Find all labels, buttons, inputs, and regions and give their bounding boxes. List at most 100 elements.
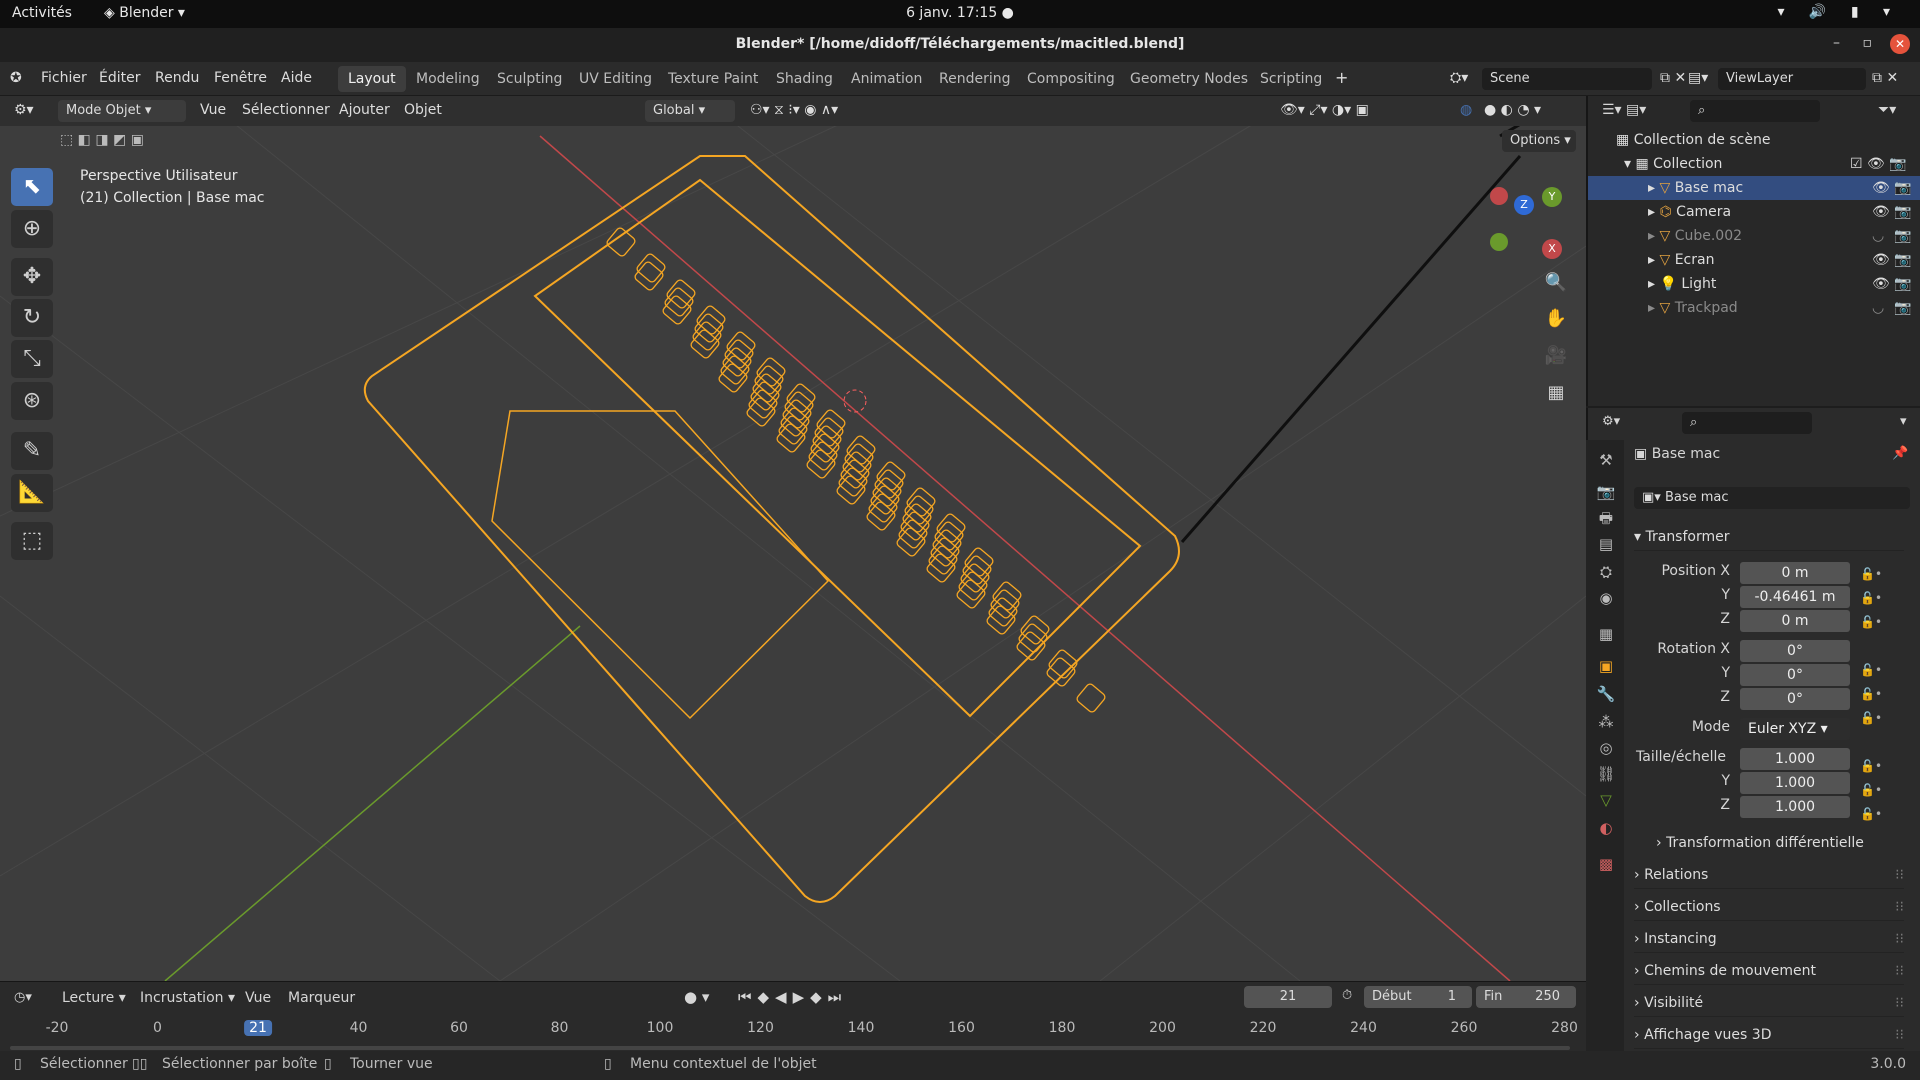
camera-render-icon[interactable]: 📷 bbox=[1894, 248, 1911, 272]
maximize-icon[interactable]: ▫ bbox=[1863, 35, 1873, 51]
tab-shading[interactable]: Shading bbox=[766, 66, 843, 92]
minimize-icon[interactable]: – bbox=[1833, 35, 1840, 51]
drag-handle-icon[interactable]: ⁝⁝ bbox=[1895, 861, 1904, 889]
tab-texture-paint[interactable]: Texture Paint bbox=[658, 66, 768, 92]
eye-icon[interactable]: 👁 bbox=[1872, 176, 1890, 200]
timeline-menu-marker[interactable]: Marqueur bbox=[288, 990, 355, 1006]
tab-sculpting[interactable]: Sculpting bbox=[487, 66, 572, 92]
tab-layout[interactable]: Layout bbox=[338, 66, 406, 92]
tab-modeling[interactable]: Modeling bbox=[406, 66, 490, 92]
editor-type-icon[interactable]: ⚙▾ bbox=[14, 102, 34, 118]
filter-icon[interactable]: ⏷▾ bbox=[1878, 102, 1896, 118]
view-layer-copy-icon[interactable]: ⧉ ✕ bbox=[1872, 70, 1898, 86]
outliner-item[interactable]: ▸ ▽ Cube.002 ◡ 📷 bbox=[1588, 224, 1920, 248]
transform-tool-icon[interactable]: ⊛ bbox=[11, 382, 53, 420]
position-y-field[interactable]: -0.46461 m bbox=[1740, 586, 1850, 608]
position-z-field[interactable]: 0 m bbox=[1740, 610, 1850, 632]
scene-copy-icon[interactable]: ⧉ ✕ bbox=[1660, 70, 1686, 86]
zoom-icon[interactable]: 🔍 bbox=[1541, 268, 1571, 298]
world-tab-icon[interactable]: ◉ bbox=[1594, 586, 1618, 610]
tool-tab-icon[interactable]: ⚒ bbox=[1594, 448, 1618, 472]
drag-handle-icon[interactable]: ⁝⁝ bbox=[1895, 925, 1904, 953]
add-cube-tool-icon[interactable]: ⬚ bbox=[11, 522, 53, 560]
camera-render-icon[interactable]: 📷 bbox=[1894, 296, 1911, 320]
rotation-y-field[interactable]: 0° bbox=[1740, 664, 1850, 686]
select-mode-icons[interactable]: ⬚ ◧ ◨ ◩ ▣ bbox=[60, 132, 170, 152]
pin-icon[interactable]: 📌 bbox=[1892, 446, 1908, 461]
3d-cursor-icon[interactable] bbox=[843, 389, 867, 413]
properties-search-input[interactable]: ⌕ bbox=[1682, 412, 1812, 434]
perspective-grid-icon[interactable]: ▦ bbox=[1541, 378, 1571, 408]
camera-render-icon[interactable]: 📷 bbox=[1894, 176, 1911, 200]
view-layer-icon[interactable]: ▤▾ bbox=[1688, 70, 1708, 86]
playback-controls-icons[interactable]: ⏮◆◀▶◆⏭ bbox=[738, 988, 847, 1006]
close-icon[interactable]: ✕ bbox=[1890, 34, 1910, 54]
expand-icon[interactable]: ▸ bbox=[1588, 228, 1659, 244]
eye-icon[interactable]: 👁 bbox=[1872, 248, 1890, 272]
menu-render[interactable]: Rendu bbox=[155, 70, 199, 86]
section-2[interactable]: › Instancing ⁝⁝ bbox=[1634, 925, 1904, 953]
scale-tool-icon[interactable]: ⤡ bbox=[11, 340, 53, 378]
section-3[interactable]: › Chemins de mouvement ⁝⁝ bbox=[1634, 957, 1904, 985]
camera-render-icon[interactable]: 📷 bbox=[1894, 224, 1911, 248]
record-icon[interactable]: ● ▾ bbox=[684, 988, 709, 1006]
mode-selector[interactable]: Mode Objet ▾ bbox=[58, 100, 186, 122]
particles-tab-icon[interactable]: ⁂ bbox=[1594, 710, 1618, 734]
menu-add[interactable]: Ajouter bbox=[339, 102, 390, 118]
timeline-menu-playback[interactable]: Lecture ▾ bbox=[62, 990, 126, 1006]
material-tab-icon[interactable]: ◐ bbox=[1594, 816, 1618, 840]
tab-scripting[interactable]: Scripting bbox=[1250, 66, 1332, 92]
scale-x-field[interactable]: 1.000 bbox=[1740, 748, 1850, 770]
collection-visibility-icons[interactable]: ☑ 👁 📷 bbox=[1850, 152, 1907, 176]
add-workspace-icon[interactable]: + bbox=[1335, 68, 1348, 87]
outliner-item[interactable]: ▸ ⌬ Camera 👁 📷 bbox=[1588, 200, 1920, 224]
camera-render-icon[interactable]: 📷 bbox=[1894, 272, 1911, 296]
timeline-menu-view[interactable]: Vue bbox=[245, 990, 271, 1006]
timeline-editor-icon[interactable]: ◷▾ bbox=[14, 990, 32, 1005]
menu-help[interactable]: Aide bbox=[281, 70, 312, 86]
options-button[interactable]: Options ▾ bbox=[1502, 130, 1576, 152]
menu-window[interactable]: Fenêtre bbox=[214, 70, 267, 86]
gizmo-neg-y[interactable] bbox=[1490, 233, 1508, 251]
eye-icon[interactable]: 👁 bbox=[1872, 200, 1890, 224]
section-5[interactable]: › Affichage vues 3D ⁝⁝ bbox=[1634, 1021, 1904, 1049]
eye-icon[interactable]: 👁 bbox=[1872, 272, 1890, 296]
pivot-icon[interactable]: ⚇▾ ⧖ ⁝▾ ◉ ∧▾ bbox=[750, 102, 838, 118]
clock[interactable]: 6 janv. 17:15 ● bbox=[0, 5, 1920, 21]
orientation-selector[interactable]: Global ▾ bbox=[645, 100, 735, 122]
scene-icon[interactable]: ⛭▾ bbox=[1450, 70, 1468, 86]
properties-editor-icon[interactable]: ⚙▾ bbox=[1602, 414, 1620, 429]
blender-logo-icon[interactable]: ✪ bbox=[10, 70, 22, 86]
texture-tab-icon[interactable]: ▩ bbox=[1594, 852, 1618, 876]
drag-handle-icon[interactable]: ⁝⁝ bbox=[1895, 893, 1904, 921]
menu-select[interactable]: Sélectionner bbox=[242, 102, 330, 118]
menu-view[interactable]: Vue bbox=[200, 102, 226, 118]
scale-y-field[interactable]: 1.000 bbox=[1740, 772, 1850, 794]
position-x-field[interactable]: 0 m bbox=[1740, 562, 1850, 584]
overlay-icon[interactable]: 👁▾ ⤢▾ ◑▾ ▣ bbox=[1280, 102, 1369, 118]
move-tool-icon[interactable]: ✥ bbox=[11, 258, 53, 296]
tab-animation[interactable]: Animation bbox=[841, 66, 932, 92]
gizmo-z[interactable]: Z bbox=[1514, 195, 1534, 215]
object-name-field[interactable]: ▣▾ Base mac bbox=[1634, 487, 1910, 509]
outliner-collection[interactable]: ▾ ▦ Collection ☑ 👁 📷 bbox=[1588, 152, 1920, 176]
outliner-item[interactable]: ▸ ▽ Trackpad ◡ 📷 bbox=[1588, 296, 1920, 320]
outliner-item[interactable]: ▸ ▽ Base mac 👁 📷 bbox=[1588, 176, 1920, 200]
drag-handle-icon[interactable]: ⁝⁝ bbox=[1895, 989, 1904, 1017]
render-tab-icon[interactable]: 📷 bbox=[1594, 480, 1618, 504]
tab-geometry-nodes[interactable]: Geometry Nodes bbox=[1120, 66, 1258, 92]
tab-compositing[interactable]: Compositing bbox=[1017, 66, 1125, 92]
drag-handle-icon[interactable]: ⁝⁝ bbox=[1895, 1021, 1904, 1049]
gizmo-x[interactable]: X bbox=[1542, 239, 1562, 259]
rotation-x-field[interactable]: 0° bbox=[1740, 640, 1850, 662]
annotate-tool-icon[interactable]: ✎ bbox=[11, 432, 53, 470]
base-mac-outline[interactable] bbox=[363, 155, 1180, 903]
expand-icon[interactable]: ▸ bbox=[1588, 276, 1659, 292]
data-tab-icon[interactable]: ▽ bbox=[1594, 788, 1618, 812]
view-layer-selector[interactable]: ViewLayer bbox=[1718, 68, 1866, 90]
timeline-scrollbar[interactable] bbox=[10, 1046, 1570, 1050]
shading-solid-icon[interactable]: ● ◐ ◔ ▾ bbox=[1484, 102, 1541, 118]
section-delta-transform[interactable]: › Transformation différentielle bbox=[1656, 829, 1904, 857]
hidden-eye-icon[interactable]: ◡ bbox=[1872, 224, 1884, 248]
section-0[interactable]: › Relations ⁝⁝ bbox=[1634, 861, 1904, 889]
